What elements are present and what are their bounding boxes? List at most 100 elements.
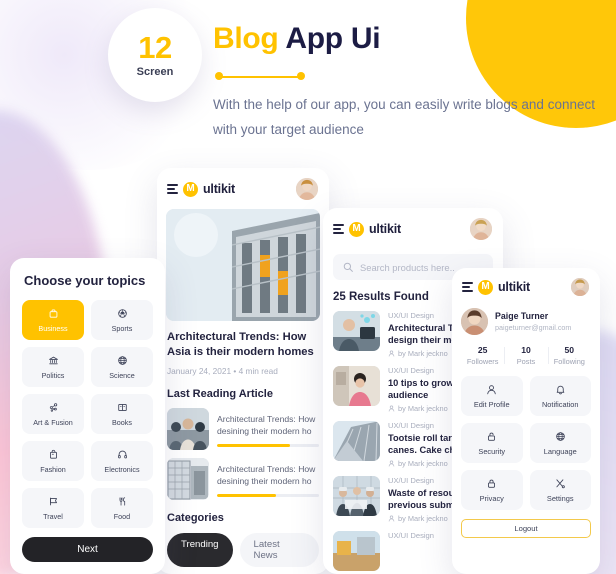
topic-label: Sports (111, 324, 133, 333)
topic-label: Politics (41, 371, 65, 380)
poster-stage: 12 Screen Blog App Ui With the help of o… (0, 0, 616, 574)
search-icon (343, 262, 353, 272)
page-title: Blog App Ui (213, 22, 381, 56)
result-author-text: by Mark jeckno (398, 459, 448, 468)
topic-electronics[interactable]: Electronics (91, 441, 153, 481)
topic-science[interactable]: Science (91, 347, 153, 387)
profile-email: paigeturner@gmail.com (495, 323, 572, 332)
result-thumbnail (333, 421, 380, 461)
flag-icon (24, 496, 82, 507)
stat-value: 50 (564, 345, 575, 355)
avatar[interactable] (469, 217, 493, 241)
feed-article-meta: January 24, 2021 • 4 min read (167, 366, 278, 376)
menu-item-settings[interactable]: Settings (529, 470, 591, 510)
profile-name: Paige Turner (495, 311, 549, 321)
logout-button[interactable]: Logout (461, 519, 591, 538)
logo-mark-icon: M (478, 279, 493, 295)
topic-art-fusion[interactable]: Art & Fusion (22, 394, 84, 434)
menu-item-security[interactable]: Security (461, 423, 523, 463)
brand-logo[interactable]: M ultikit (462, 279, 530, 295)
tools-icon (532, 478, 590, 489)
next-button[interactable]: Next (22, 537, 153, 562)
topic-label: Electronics (104, 465, 140, 474)
football-icon (93, 308, 151, 319)
stat-label: Following (553, 357, 585, 366)
screen-count-number: 12 (138, 30, 172, 65)
result-author-text: by Mark jeckno (398, 514, 448, 523)
stat-value: 25 (477, 345, 488, 355)
feed-article-title: Architectural Trends: How Asia is their … (167, 331, 314, 358)
menu-item-label: Security (478, 447, 506, 456)
list-item-thumbnail (167, 408, 209, 450)
topic-business[interactable]: Business (22, 300, 84, 340)
bell-icon (532, 384, 590, 395)
category-chips: Trending Latest News (167, 533, 319, 567)
list-item-thumbnail (167, 458, 209, 500)
last-reading-heading: Last Reading Article (167, 388, 273, 400)
progress-fill (217, 494, 277, 497)
menu-item-label: Privacy (479, 494, 504, 503)
menu-item-edit-profile[interactable]: Edit Profile (461, 376, 523, 416)
menu-item-label: Edit Profile (473, 400, 510, 409)
feed-appbar: M ultikit (157, 168, 329, 207)
brand-logo[interactable]: M ultikit (167, 181, 235, 197)
profile-avatar[interactable] (461, 308, 488, 335)
result-thumbnail (333, 531, 380, 571)
chip-latest-news[interactable]: Latest News (239, 533, 319, 567)
page-title-dark: App Ui (285, 22, 381, 55)
page-subtitle: With the help of our app, you can easily… (213, 97, 595, 137)
screen-count-label: Screen (136, 66, 174, 78)
result-thumbnail (333, 476, 380, 516)
stat-following: 50 Following (547, 345, 591, 366)
screen-count-badge: 12 Screen (108, 8, 202, 102)
list-item[interactable]: Architectural Trends: How desining their… (167, 408, 319, 450)
person-icon (463, 384, 521, 395)
brand-logo[interactable]: M ultikit (333, 221, 401, 237)
list-item-text: Architectural Trends: How desining their… (217, 464, 316, 486)
categories-heading: Categories (167, 512, 224, 524)
topic-travel[interactable]: Travel (22, 488, 84, 528)
menu-item-label: Language (543, 447, 577, 456)
result-thumbnail (333, 311, 380, 351)
person-icon (388, 350, 395, 357)
topic-fashion[interactable]: Fashion (22, 441, 84, 481)
bank-icon (24, 355, 82, 366)
topic-books[interactable]: Books (91, 394, 153, 434)
search-appbar: M ultikit (323, 208, 503, 247)
topic-label: Science (109, 371, 135, 380)
bag-icon (24, 449, 82, 460)
person-icon (388, 460, 395, 467)
cutlery-icon (93, 496, 151, 507)
menu-icon[interactable] (462, 282, 473, 292)
topic-sports[interactable]: Sports (91, 300, 153, 340)
avatar[interactable] (295, 177, 319, 201)
briefcase-icon (24, 308, 82, 319)
globe-icon (93, 355, 151, 366)
topic-label: Business (38, 324, 68, 333)
chip-trending[interactable]: Trending (167, 533, 233, 567)
lock-open-icon (463, 431, 521, 442)
menu-item-language[interactable]: Language (529, 423, 591, 463)
logo-mark-icon: M (349, 221, 364, 237)
stat-label: Followers (466, 357, 499, 366)
headphone-icon (93, 449, 151, 460)
menu-item-privacy[interactable]: Privacy (461, 470, 523, 510)
person-icon (388, 405, 395, 412)
menu-icon[interactable] (167, 184, 178, 194)
result-thumbnail (333, 366, 380, 406)
topic-politics[interactable]: Politics (22, 347, 84, 387)
person-icon (388, 515, 395, 522)
menu-item-notification[interactable]: Notification (529, 376, 591, 416)
topic-label: Books (112, 418, 132, 427)
choose-topics-panel: Choose your topics Business Sports Polit… (10, 258, 165, 574)
topic-food[interactable]: Food (91, 488, 153, 528)
menu-icon[interactable] (333, 224, 344, 234)
list-item[interactable]: Architectural Trends: How desining their… (167, 458, 319, 500)
avatar[interactable] (570, 277, 590, 297)
menu-item-label: Notification (541, 400, 579, 409)
feed-screen: M ultikit Architectural Trends: How Asia… (157, 168, 329, 574)
nodes-icon (24, 402, 82, 413)
globe-icon (532, 431, 590, 442)
page-title: Choose your topics (24, 273, 146, 288)
progress-bar (217, 494, 319, 497)
